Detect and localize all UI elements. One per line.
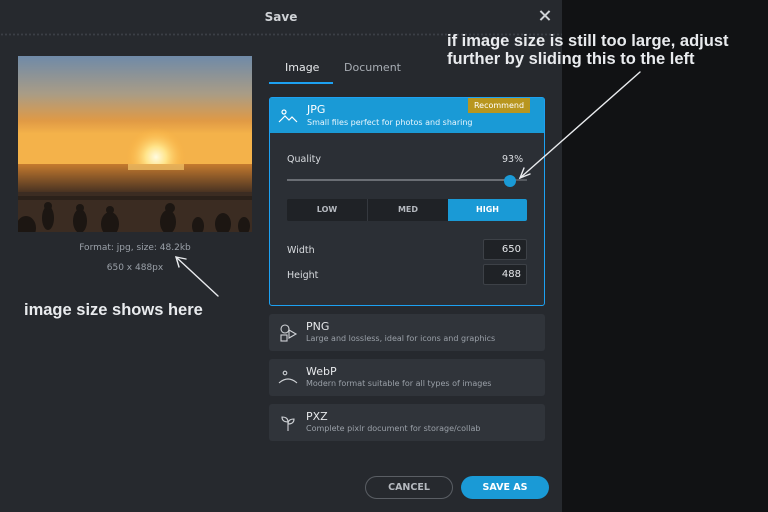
quality-value: 93% (502, 154, 524, 165)
format-card-webp[interactable]: WebP Modern format suitable for all type… (269, 359, 545, 396)
width-input[interactable]: 650 (483, 239, 527, 260)
quality-slider-handle[interactable] (504, 175, 517, 187)
preset-high-button[interactable]: HIGH (448, 199, 527, 221)
slider-annotation-line-2: further by sliding this to the left (447, 50, 695, 68)
webp-title: WebP (306, 365, 337, 378)
preview-dimensions: 650 x 488px (106, 263, 164, 273)
slider-annotation-line-1: if image size is still too large, adjust (447, 32, 729, 50)
preset-med-button[interactable]: MED (368, 199, 448, 221)
mountain-icon (278, 109, 298, 123)
jpg-description: Small files perfect for photos and shari… (307, 118, 473, 127)
pxz-description: Complete pixlr document for storage/coll… (306, 424, 481, 433)
quality-slider-track[interactable] (287, 179, 527, 181)
image-preview (18, 56, 252, 232)
format-card-pxz[interactable]: PXZ Complete pixlr document for storage/… (269, 404, 545, 441)
active-tab-indicator (269, 82, 333, 84)
cancel-button[interactable]: CANCEL (365, 476, 453, 499)
jpg-header[interactable]: JPG Small files perfect for photos and s… (270, 98, 544, 133)
quality-presets: LOW MED HIGH (287, 199, 527, 221)
save-dialog: Save Format: jpg, size: 48.2kb 650 x 488… (0, 0, 562, 512)
preset-low-button[interactable]: LOW (287, 199, 367, 221)
height-label: Height (287, 270, 319, 281)
quality-slider-fill (287, 179, 511, 181)
tab-image[interactable]: Image (285, 61, 319, 74)
dialog-title: Save (264, 10, 298, 24)
png-title: PNG (306, 320, 330, 333)
close-icon[interactable] (536, 7, 554, 25)
height-input[interactable]: 488 (483, 264, 527, 285)
screen: Save Format: jpg, size: 48.2kb 650 x 488… (0, 0, 768, 512)
landscape-icon (278, 370, 298, 384)
size-annotation: image size shows here (24, 301, 203, 319)
png-description: Large and lossless, ideal for icons and … (306, 334, 496, 343)
recommend-badge: Recommend (468, 98, 530, 113)
format-card-jpg[interactable]: JPG Small files perfect for photos and s… (269, 97, 545, 306)
tab-document[interactable]: Document (344, 61, 401, 74)
jpg-title: JPG (307, 103, 326, 116)
shapes-icon (280, 324, 298, 342)
sprout-icon (281, 416, 295, 431)
webp-description: Modern format suitable for all types of … (306, 379, 492, 388)
quality-label: Quality (287, 154, 321, 165)
preview-format-size: Format: jpg, size: 48.2kb (79, 243, 191, 253)
format-card-png[interactable]: PNG Large and lossless, ideal for icons … (269, 314, 545, 351)
dialog-header: Save (0, 0, 562, 34)
width-label: Width (287, 245, 315, 256)
save-as-button[interactable]: SAVE AS (461, 476, 549, 499)
pxz-title: PXZ (306, 410, 328, 423)
